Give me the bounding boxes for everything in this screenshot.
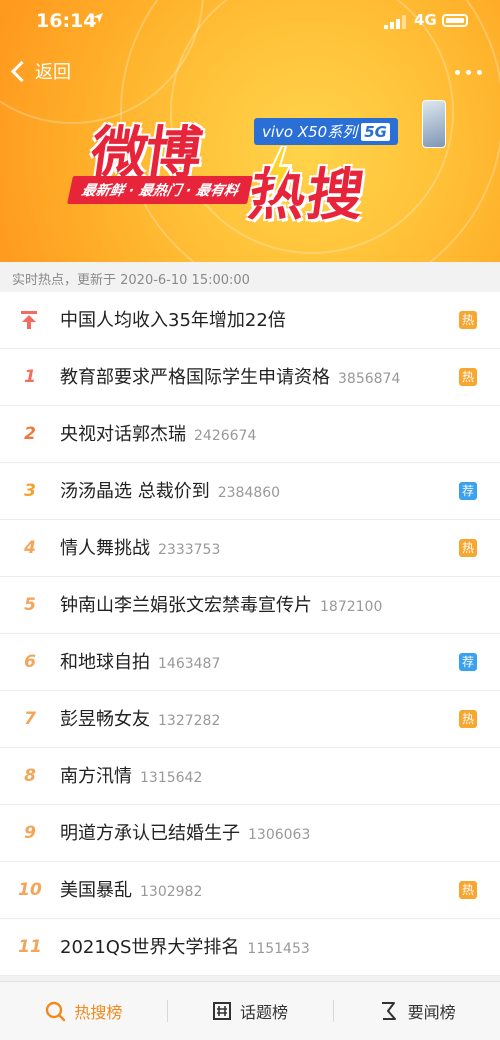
bottom-tab-bar: 热搜榜 话题榜 要闻榜 <box>0 981 500 1040</box>
topic-text: 汤汤晶选 总裁价到 <box>60 481 210 502</box>
back-label: 返回 <box>35 62 71 83</box>
rank-number: 10 <box>18 880 42 900</box>
sponsor-badge: vivo X50系列 5G <box>254 118 398 145</box>
tab-label: 热搜榜 <box>74 1003 123 1022</box>
search-icon <box>44 1000 74 1022</box>
list-item[interactable]: 3 汤汤晶选 总裁价到 2384860 荐 <box>0 463 500 520</box>
topic-icon <box>212 1001 240 1021</box>
location-arrow-icon <box>92 12 104 28</box>
topic-text: 和地球自拍 <box>60 652 150 673</box>
tab-label: 要闻榜 <box>407 1003 456 1022</box>
lightning-icon <box>266 146 292 200</box>
topic-text: 彭昱畅女友 <box>60 709 150 730</box>
rank-number: 9 <box>24 823 36 843</box>
hot-badge: 热 <box>459 710 477 728</box>
topic-text: 2021QS世界大学排名 <box>60 937 240 958</box>
heat-count: 1151453 <box>247 941 310 957</box>
rank-number: 5 <box>24 595 36 615</box>
topic-text: 南方汛情 <box>60 766 132 787</box>
update-time-bar: 实时热点，更新于 2020-6-10 15:00:00 <box>0 262 500 292</box>
list-item[interactable]: 2 央视对话郭杰瑞 2426674 <box>0 406 500 463</box>
heat-count: 3856874 <box>338 371 401 387</box>
hot-topic-title: 汤汤晶选 总裁价到 2384860 <box>60 463 280 520</box>
list-item[interactable]: 11 2021QS世界大学排名 1151453 <box>0 919 500 976</box>
hot-topic-title: 彭昱畅女友 1327282 <box>60 691 220 748</box>
battery-icon <box>442 14 468 27</box>
hot-badge: 热 <box>459 368 477 386</box>
recommend-badge: 荐 <box>459 482 477 500</box>
topic-text: 明道方承认已结婚生子 <box>60 823 240 844</box>
topic-text: 中国人均收入35年增加22倍 <box>60 310 286 331</box>
rank-number: 11 <box>18 937 42 957</box>
heat-count: 1306063 <box>248 827 311 843</box>
heat-count: 2333753 <box>158 542 221 558</box>
phone-image <box>422 100 446 148</box>
hot-search-banner: 16:14 4G 返回 vivo X50系列 5G 微博 热搜 最新鲜 · 最热门… <box>0 0 500 262</box>
list-item[interactable]: 6 和地球自拍 1463487 荐 <box>0 634 500 691</box>
hot-badge: 热 <box>459 311 477 329</box>
heat-count: 1302982 <box>140 884 203 900</box>
tab-topics[interactable]: 话题榜 <box>166 982 334 1040</box>
status-time: 16:14 <box>36 10 97 32</box>
hot-topic-title: 教育部要求严格国际学生申请资格 3856874 <box>60 349 400 406</box>
network-type: 4G <box>414 11 437 29</box>
list-item[interactable]: 7 彭昱畅女友 1327282 热 <box>0 691 500 748</box>
hot-topic-title: 南方汛情 1315642 <box>60 748 202 805</box>
status-bar: 16:14 4G <box>0 8 500 36</box>
topic-text: 央视对话郭杰瑞 <box>60 424 186 445</box>
rank-number: 8 <box>24 766 36 786</box>
list-item[interactable]: 9 明道方承认已结婚生子 1306063 <box>0 805 500 862</box>
news-icon <box>378 1000 408 1022</box>
list-item[interactable]: 中国人均收入35年增加22倍 热 <box>0 292 500 349</box>
list-item[interactable]: 4 情人舞挑战 2333753 热 <box>0 520 500 577</box>
topic-text: 情人舞挑战 <box>60 538 150 559</box>
hot-topic-title: 明道方承认已结婚生子 1306063 <box>60 805 310 862</box>
sponsor-5g: 5G <box>361 123 390 141</box>
list-item[interactable]: 8 南方汛情 1315642 <box>0 748 500 805</box>
hot-topic-title: 美国暴乱 1302982 <box>60 862 202 919</box>
hot-topic-title: 钟南山李兰娟张文宏禁毒宣传片 1872100 <box>60 577 382 634</box>
list-item[interactable]: 1 教育部要求严格国际学生申请资格 3856874 热 <box>0 349 500 406</box>
rank-number: 4 <box>24 538 36 558</box>
sponsor-brand: vivo X50系列 <box>262 123 358 141</box>
signal-icon <box>384 14 406 29</box>
rank-number: 2 <box>24 424 36 444</box>
heat-count: 2384860 <box>217 485 281 501</box>
more-button[interactable] <box>455 70 482 75</box>
rank-number: 1 <box>24 367 36 387</box>
hot-badge: 热 <box>459 881 477 899</box>
chevron-left-icon <box>10 60 33 82</box>
topic-text: 钟南山李兰娟张文宏禁毒宣传片 <box>60 595 312 616</box>
heat-count: 1315642 <box>140 770 203 786</box>
heat-count: 1327282 <box>158 713 221 729</box>
pinned-top-icon <box>21 311 37 329</box>
banner-slogan: 最新鲜 · 最热门 · 最有料 <box>67 176 254 204</box>
heat-count: 2426674 <box>194 428 257 444</box>
back-button[interactable]: 返回 <box>10 58 71 84</box>
hot-topic-title: 情人舞挑战 2333753 <box>60 520 220 577</box>
rank-number: 3 <box>24 481 36 501</box>
list-item[interactable]: 5 钟南山李兰娟张文宏禁毒宣传片 1872100 <box>0 577 500 634</box>
heat-count: 1872100 <box>320 599 383 615</box>
recommend-badge: 荐 <box>459 653 477 671</box>
heat-count: 1463487 <box>158 656 221 672</box>
rank-number: 7 <box>24 709 36 729</box>
rank-number: 6 <box>24 652 36 672</box>
topic-text: 教育部要求严格国际学生申请资格 <box>60 367 330 388</box>
hot-badge: 热 <box>459 539 477 557</box>
hot-topic-title: 2021QS世界大学排名 1151453 <box>60 919 310 976</box>
hot-topic-title: 中国人均收入35年增加22倍 <box>60 292 286 349</box>
list-item[interactable]: 10 美国暴乱 1302982 热 <box>0 862 500 919</box>
topic-text: 美国暴乱 <box>60 880 132 901</box>
hot-search-list: 中国人均收入35年增加22倍热 1 教育部要求严格国际学生申请资格 3856874 热 2… <box>0 292 500 976</box>
tab-news[interactable]: 要闻榜 <box>333 982 500 1040</box>
hot-topic-title: 央视对话郭杰瑞 2426674 <box>60 406 256 463</box>
update-time-text: 实时热点，更新于 2020-6-10 15:00:00 <box>12 273 250 288</box>
tab-hot-search[interactable]: 热搜榜 <box>0 982 167 1040</box>
hot-topic-title: 和地球自拍 1463487 <box>60 634 220 691</box>
tab-label: 话题榜 <box>240 1003 289 1022</box>
